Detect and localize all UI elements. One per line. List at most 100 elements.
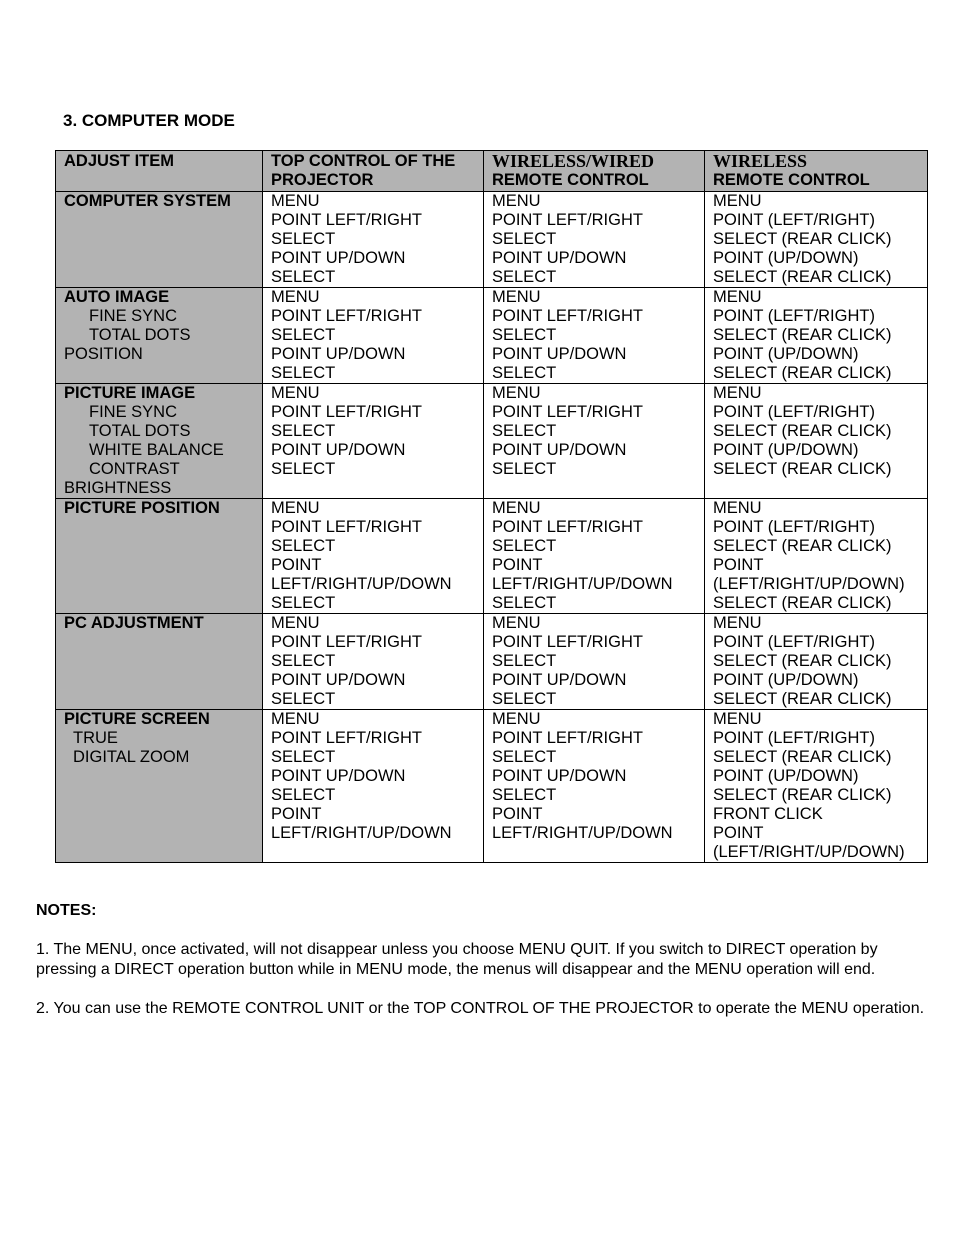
wired-remote-steps: MENU POINT LEFT/RIGHT SELECT POINT LEFT/RIGH… [483,498,705,614]
step: POINT [713,556,764,574]
step: SELECT (REAR CLICK) [713,230,892,248]
adjust-item-title: PICTURE POSITION [64,499,220,517]
step: POINT [492,805,543,823]
adjust-sub-item: CONTRAST [89,460,180,478]
step: MENU [713,614,762,632]
adjust-sub-item: FINE SYNC [89,307,178,325]
step: SELECT [492,594,557,612]
step: SELECT [492,786,557,804]
step: POINT LEFT/RIGHT [271,633,422,651]
step: POINT (UP/DOWN) [713,441,859,459]
step: MENU [271,384,320,402]
step: POINT UP/DOWN [271,671,406,689]
top-control-steps: MENU POINT LEFT/RIGHT SELECT POINT UP/DOWN S… [262,709,484,863]
step: POINT LEFT/RIGHT [492,729,643,747]
table-row: COMPUTER SYSTEM MENU POINT LEFT/RIGHT SELEC… [55,191,928,288]
table-row: PICTURE SCREEN TRUE DIGITAL ZOOM MENU POINT … [55,709,928,863]
step: SELECT [492,422,557,440]
step: SELECT [492,537,557,555]
step: SELECT [492,230,557,248]
step: POINT LEFT/RIGHT [271,729,422,747]
adjust-item-title: PC ADJUSTMENT [64,614,204,632]
top-control-steps: MENU POINT LEFT/RIGHT SELECT POINT UP/DOWN S… [262,191,484,288]
step: SELECT [271,422,336,440]
step: SELECT [271,690,336,708]
step: MENU [492,384,541,402]
step: MENU [492,614,541,632]
wireless-remote-steps: MENU POINT (LEFT/RIGHT) SELECT (REAR CLICK… [704,498,928,614]
step: MENU [492,710,541,728]
adjust-sub-item: FINE SYNC [89,403,178,421]
adjust-item-title: PICTURE IMAGE [64,384,196,402]
step: SELECT [492,460,557,478]
adjust-item-cell: PICTURE SCREEN TRUE DIGITAL ZOOM [55,709,263,863]
step: POINT LEFT/RIGHT [271,403,422,421]
step: POINT LEFT/RIGHT [271,211,422,229]
step: SELECT (REAR CLICK) [713,268,892,286]
table-row: AUTO IMAGE FINE SYNC TOTAL DOTS POSITION MEN… [55,287,928,384]
step: POINT [713,824,764,842]
step: POINT LEFT/RIGHT [492,403,643,421]
step: FRONT CLICK [713,805,823,823]
step: LEFT/RIGHT/UP/DOWN [492,824,673,842]
adjust-sub-item: TOTAL DOTS [89,422,191,440]
step: SELECT (REAR CLICK) [713,652,892,670]
step: POINT UP/DOWN [492,767,627,785]
adjust-sub-item: POSITION [64,345,143,363]
step: SELECT (REAR CLICK) [713,364,892,382]
wireless-remote-steps: MENU POINT (LEFT/RIGHT) SELECT (REAR CLICK… [704,613,928,710]
step: POINT LEFT/RIGHT [492,633,643,651]
table-header-row: ADJUST ITEM TOP CONTROL OF THE PROJECTOR … [55,150,928,192]
step: MENU [271,192,320,210]
step: SELECT (REAR CLICK) [713,690,892,708]
step: SELECT [271,326,336,344]
wireless-remote-steps: MENU POINT (LEFT/RIGHT) SELECT (REAR CLICK… [704,191,928,288]
step: SELECT (REAR CLICK) [713,786,892,804]
step: SELECT [271,268,336,286]
step: MENU [713,710,762,728]
step: SELECT (REAR CLICK) [713,594,892,612]
step: (LEFT/RIGHT/UP/DOWN) [713,575,905,593]
step: POINT LEFT/RIGHT [492,518,643,536]
step: SELECT [271,230,336,248]
top-control-steps: MENU POINT LEFT/RIGHT SELECT POINT LEFT/RIGH… [262,498,484,614]
step: MENU [713,192,762,210]
step: MENU [271,710,320,728]
table-row: PICTURE POSITION MENU POINT LEFT/RIGHT SELE… [55,498,928,614]
step: SELECT [271,594,336,612]
table-row: PC ADJUSTMENT MENU POINT LEFT/RIGHT SELECT P… [55,613,928,710]
step: SELECT [271,537,336,555]
top-control-steps: MENU POINT LEFT/RIGHT SELECT POINT UP/DOWN S… [262,287,484,384]
section-title: 3. COMPUTER MODE [63,111,235,130]
step: POINT LEFT/RIGHT [492,307,643,325]
step: POINT LEFT/RIGHT [271,307,422,325]
step: POINT [271,556,322,574]
step: MENU [713,384,762,402]
adjust-sub-item: TOTAL DOTS [89,326,191,344]
step: MENU [492,192,541,210]
step: POINT UP/DOWN [271,249,406,267]
step: POINT LEFT/RIGHT [271,518,422,536]
adjust-sub-item: BRIGHTNESS [64,479,172,497]
step: SELECT [271,748,336,766]
note-item: 2. You can use the REMOTE CONTROL UNIT o… [36,1000,925,1017]
step: SELECT [492,268,557,286]
step: POINT UP/DOWN [492,345,627,363]
header-wireless-wired-remote: WIRELESS/WIRED REMOTE CONTROL [483,150,705,192]
wireless-remote-steps: MENU POINT (LEFT/RIGHT) SELECT (REAR CLICK… [704,383,928,499]
step: POINT UP/DOWN [271,767,406,785]
adjust-item-title: PICTURE SCREEN [64,710,210,728]
step: SELECT [492,364,557,382]
step: (LEFT/RIGHT/UP/DOWN) [713,843,905,861]
wired-remote-steps: MENU POINT LEFT/RIGHT SELECT POINT UP/DOWN S… [483,383,705,499]
step: MENU [271,288,320,306]
header-top-control: TOP CONTROL OF THE PROJECTOR [262,150,484,192]
step: SELECT [271,652,336,670]
step: POINT (LEFT/RIGHT) [713,633,875,651]
step: SELECT [492,690,557,708]
step: LEFT/RIGHT/UP/DOWN [271,824,452,842]
step: POINT (LEFT/RIGHT) [713,211,875,229]
step: POINT (UP/DOWN) [713,345,859,363]
top-control-steps: MENU POINT LEFT/RIGHT SELECT POINT UP/DOWN S… [262,383,484,499]
table-row: PICTURE IMAGE FINE SYNC TOTAL DOTS WHITE BA… [55,383,928,499]
